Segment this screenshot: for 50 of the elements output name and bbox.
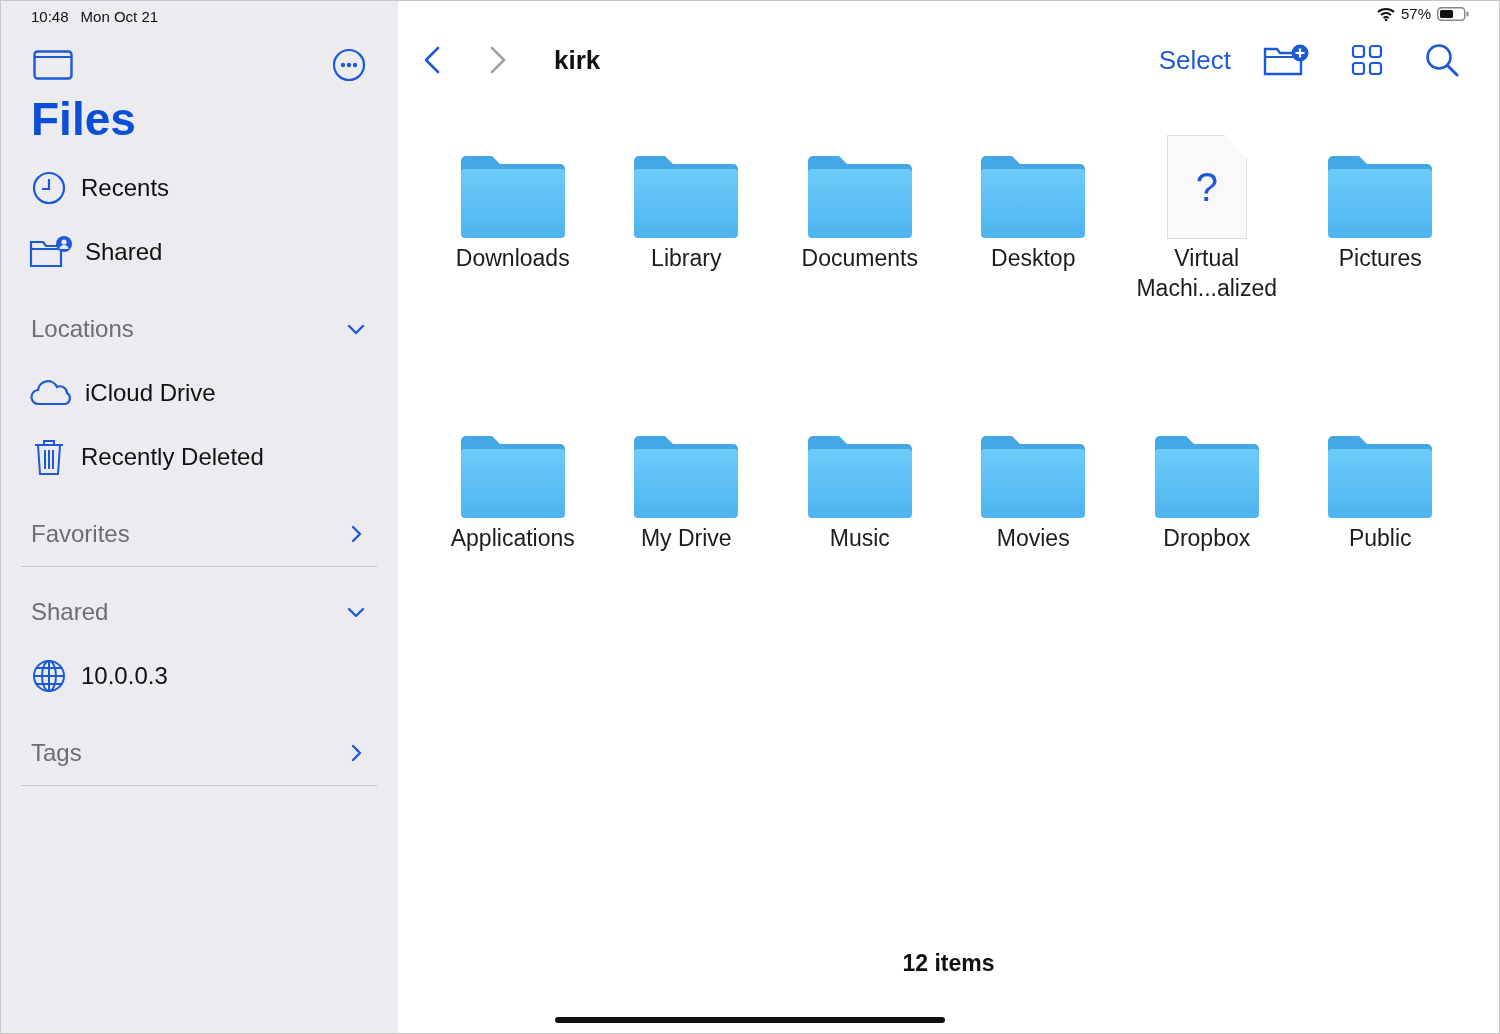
folder-icon[interactable]	[1327, 435, 1434, 519]
item-count: 12 items	[902, 950, 995, 976]
file-name[interactable]: Downloads	[437, 243, 588, 273]
shared-folder-icon	[29, 234, 73, 270]
document-icon[interactable]: ?	[1166, 135, 1247, 239]
folder-icon[interactable]	[633, 435, 740, 519]
folder-icon[interactable]	[980, 435, 1087, 519]
file-name[interactable]: Dropbox	[1131, 523, 1282, 553]
battery-icon	[1437, 6, 1469, 21]
file-name[interactable]: My Drive	[611, 523, 762, 553]
file-name[interactable]: Movies	[958, 523, 1109, 553]
file-name[interactable]: Documents	[784, 243, 935, 273]
more-icon[interactable]	[332, 48, 366, 82]
file-name[interactable]: Music	[784, 523, 935, 553]
sidebar-item[interactable]: Shared	[1, 220, 398, 284]
folder-icon[interactable]	[806, 155, 913, 239]
sidebar-item[interactable]: 10.0.0.3	[1, 644, 398, 708]
folder-icon[interactable]	[806, 435, 913, 519]
sidebar-toggle-icon[interactable]	[33, 50, 73, 80]
folder-title: kirk	[554, 44, 601, 76]
sidebar-title: Files	[30, 92, 137, 147]
back-icon[interactable]	[424, 46, 440, 74]
file-name[interactable]: Public	[1305, 523, 1456, 553]
select-button[interactable]: Select	[1154, 40, 1235, 80]
folder-icon[interactable]	[1327, 155, 1434, 239]
battery-percent: 57%	[1400, 5, 1431, 22]
grid-view-icon[interactable]	[1351, 44, 1383, 76]
folder-icon[interactable]	[459, 435, 566, 519]
folder-icon[interactable]	[980, 155, 1087, 239]
search-icon[interactable]	[1425, 43, 1459, 77]
sidebar-item[interactable]: Recents	[1, 156, 398, 220]
file-name[interactable]: Pictures	[1305, 243, 1456, 273]
status-date: Mon Oct 21	[80, 7, 159, 25]
file-name[interactable]: Library	[611, 243, 762, 273]
section-header[interactable]: Shared	[31, 598, 109, 626]
file-name[interactable]: Virtual Machi...alized	[1131, 243, 1282, 303]
sidebar-item[interactable]: iCloud Drive	[1, 361, 398, 425]
section-header[interactable]: Favorites	[31, 520, 130, 548]
question-mark: ?	[1195, 164, 1218, 210]
status-time: 10:48	[31, 7, 69, 25]
folder-icon[interactable]	[1153, 435, 1260, 519]
section-header[interactable]: Locations	[31, 315, 134, 343]
sidebar-item[interactable]: Recently Deleted	[1, 425, 398, 489]
section-header[interactable]: Tags	[31, 739, 82, 767]
new-folder-icon[interactable]	[1263, 44, 1309, 76]
folder-icon[interactable]	[459, 155, 566, 239]
wifi-icon	[1376, 6, 1395, 21]
folder-icon[interactable]	[633, 155, 740, 239]
file-name[interactable]: Applications	[437, 523, 588, 553]
file-name[interactable]: Desktop	[958, 243, 1109, 273]
